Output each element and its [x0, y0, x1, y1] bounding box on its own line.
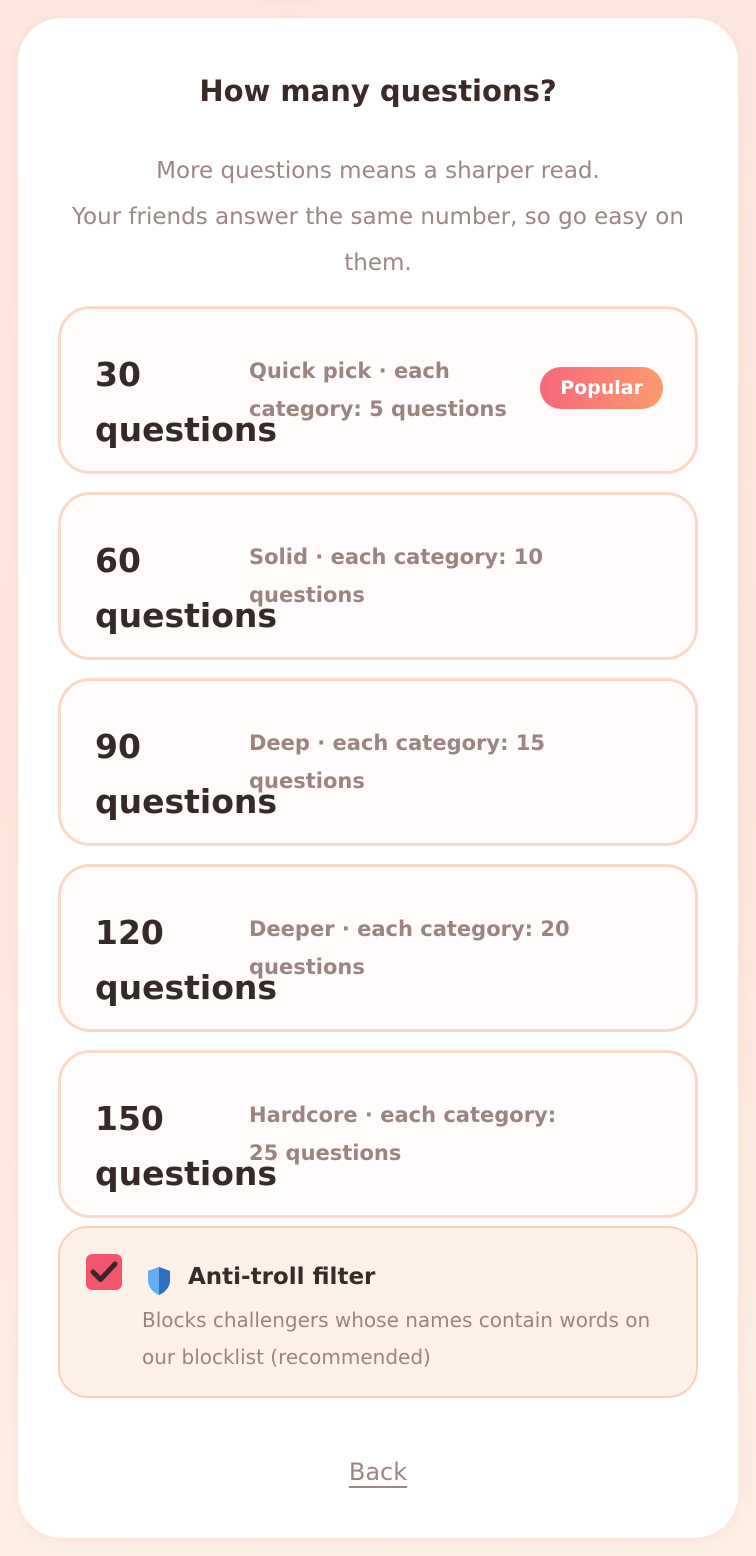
option-count-unit: questions — [95, 596, 278, 635]
option-count-unit: questions — [95, 410, 278, 449]
option-count-number: 150 — [95, 1099, 164, 1138]
page-title: How many questions? — [199, 74, 557, 108]
option-count: 150 questions — [95, 1091, 278, 1201]
option-description: Solid · each category: 10 questions — [249, 545, 544, 607]
option-count-number: 120 — [95, 913, 164, 952]
question-count-card: How many questions? More questions means… — [18, 18, 738, 1538]
option-count-unit: questions — [95, 968, 278, 1007]
subtitle-line-2: Your friends answer the same number, so … — [72, 204, 684, 276]
checkmark-icon — [90, 1261, 118, 1282]
page-subtitle: More questions means a sharper read. You… — [58, 148, 698, 286]
option-120-questions[interactable]: 120 questions Deeper · each category: 20… — [58, 864, 698, 1032]
option-count: 90 questions — [95, 719, 278, 829]
anti-troll-filter-checkbox[interactable] — [86, 1254, 122, 1290]
option-30-questions[interactable]: 30 questions Quick pick · each category:… — [58, 306, 698, 474]
option-90-questions[interactable]: 90 questions Deep · each category: 15 qu… — [58, 678, 698, 846]
question-count-options: 30 questions Quick pick · each category:… — [58, 306, 698, 1236]
option-count: 120 questions — [95, 905, 278, 1015]
option-count: 30 questions — [95, 347, 278, 457]
back-container: Back — [18, 1458, 738, 1486]
option-description: Deep · each category: 15 questions — [249, 731, 546, 793]
anti-troll-filter-label: Anti-troll filter — [188, 1264, 376, 1290]
option-150-questions[interactable]: 150 questions Hardcore · each category: … — [58, 1050, 698, 1218]
back-link[interactable]: Back — [349, 1458, 407, 1486]
option-description: Quick pick · each category: 5 questions — [249, 359, 507, 421]
anti-troll-filter-description: Blocks challengers whose names contain w… — [142, 1308, 651, 1369]
option-count-unit: questions — [95, 1154, 278, 1193]
subtitle-line-1: More questions means a sharper read. — [156, 158, 600, 184]
anti-troll-filter-panel: Anti-troll filter Blocks challengers who… — [58, 1226, 698, 1398]
popular-badge: Popular — [540, 367, 663, 409]
option-count-number: 90 — [95, 727, 141, 766]
option-count-unit: questions — [95, 782, 278, 821]
option-description: Deeper · each category: 20 questions — [249, 917, 570, 979]
option-count-number: 60 — [95, 541, 141, 580]
option-description: Hardcore · each category: 25 questions — [249, 1103, 557, 1165]
option-count: 60 questions — [95, 533, 278, 643]
option-60-questions[interactable]: 60 questions Solid · each category: 10 q… — [58, 492, 698, 660]
shield-icon — [148, 1267, 170, 1295]
option-count-number: 30 — [95, 355, 141, 394]
